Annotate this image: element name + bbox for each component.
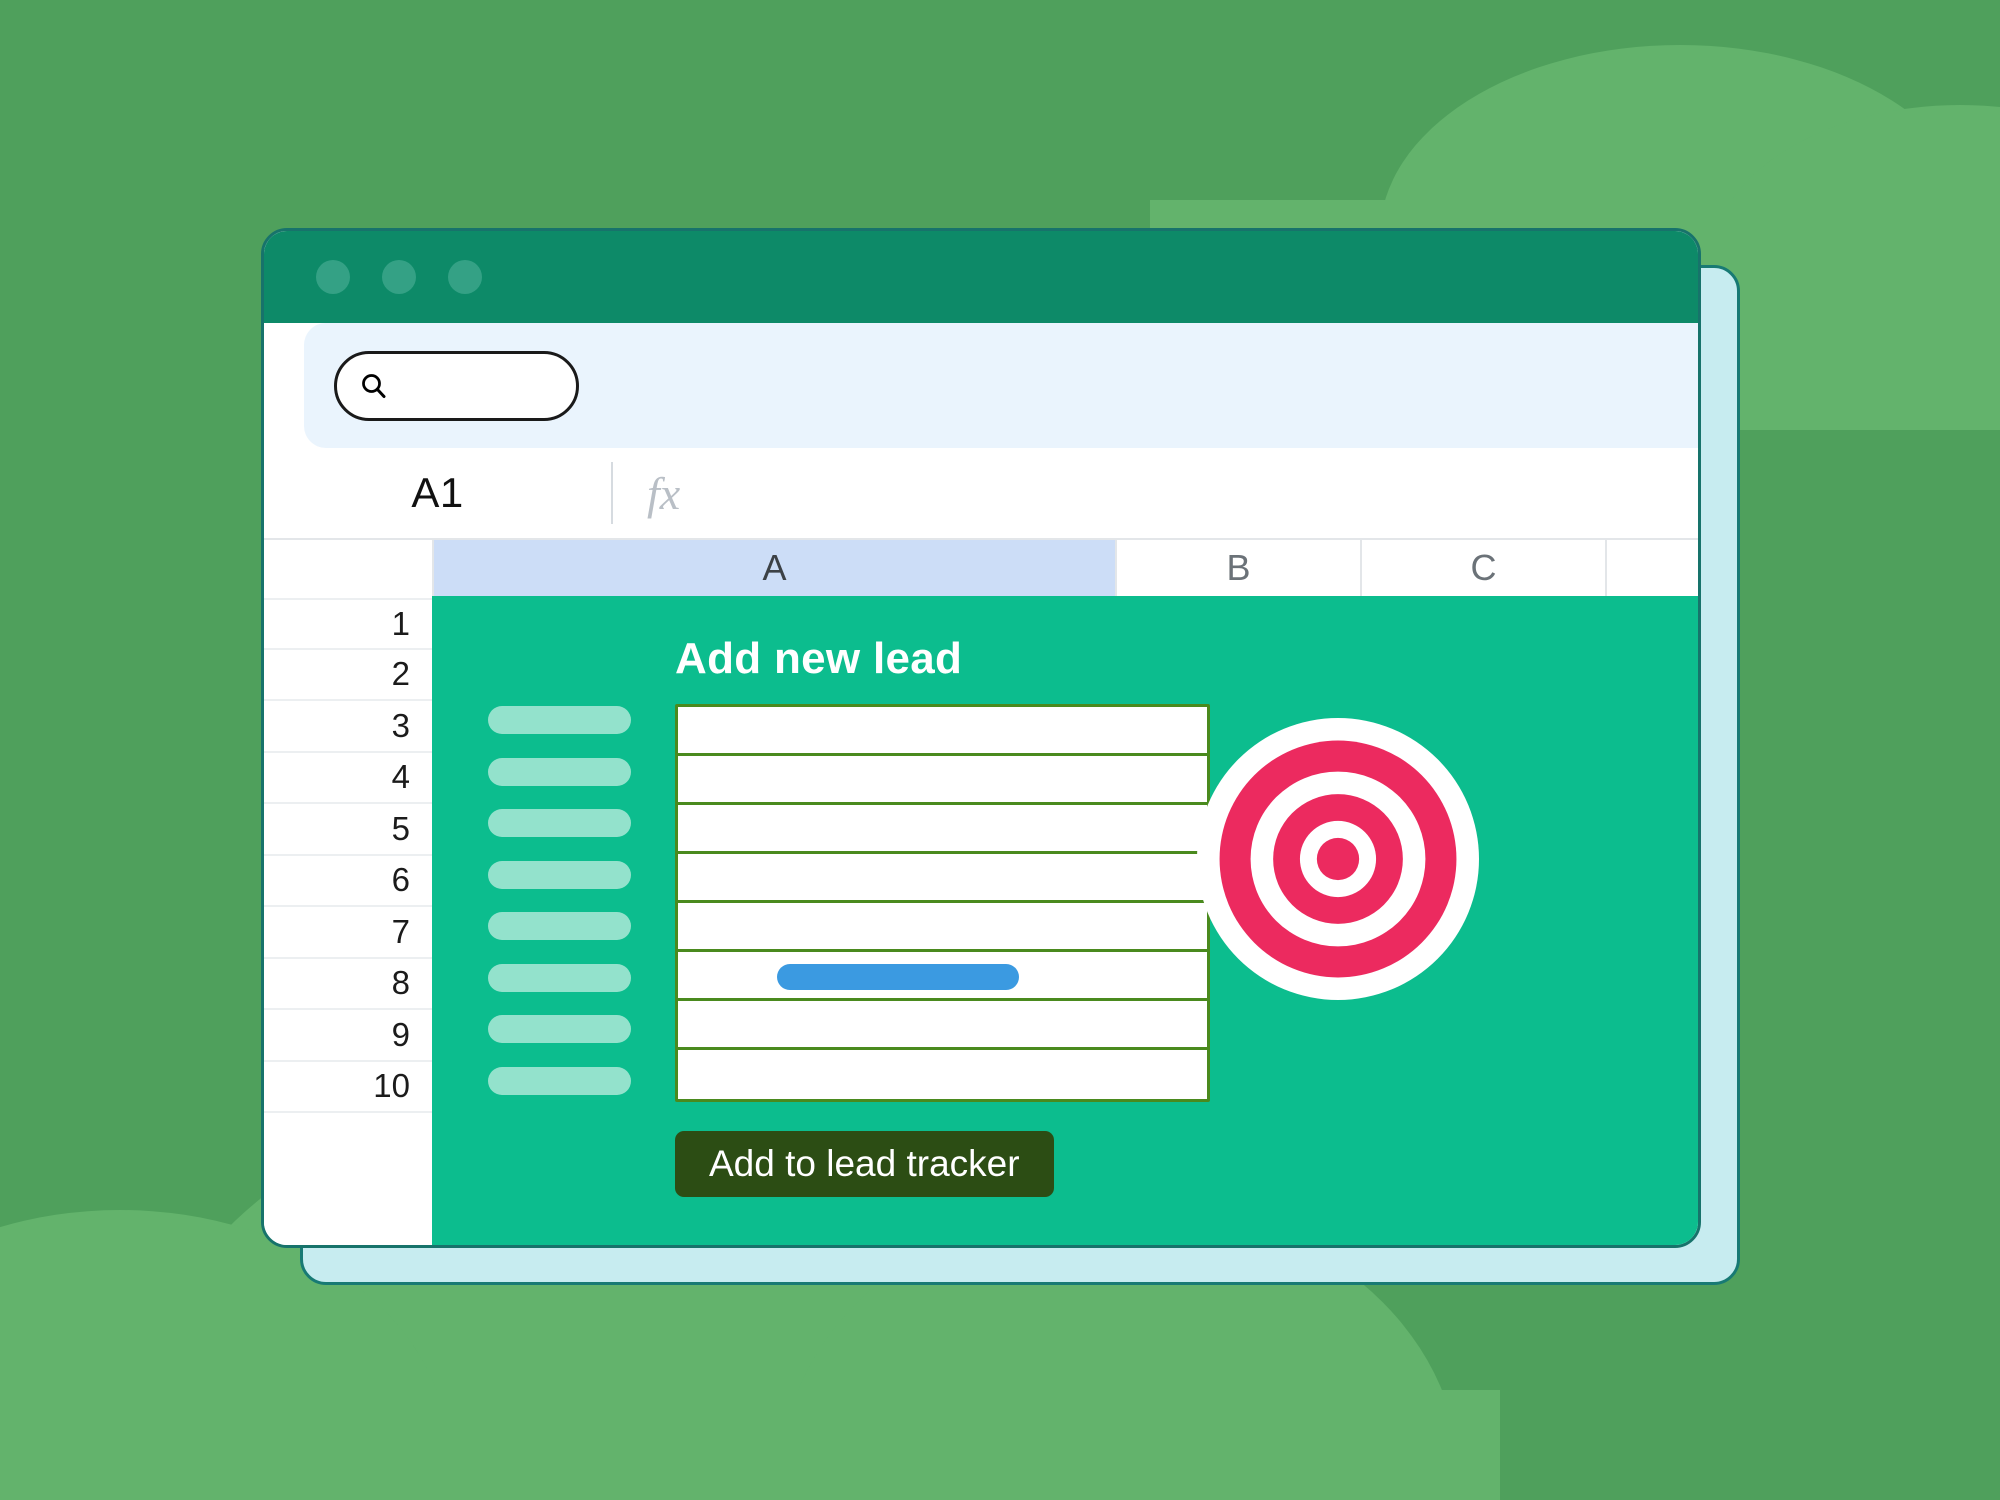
minimize-dot-icon[interactable]: [382, 260, 416, 294]
form-field-7[interactable]: [678, 1001, 1207, 1050]
form-field-5[interactable]: [678, 903, 1207, 952]
add-lead-panel: Add new lead Add to lead tracker: [432, 596, 1698, 1245]
name-box[interactable]: A1: [264, 469, 611, 517]
add-to-lead-tracker-button[interactable]: Add to lead tracker: [675, 1131, 1054, 1197]
row-header-1[interactable]: 1: [264, 598, 432, 650]
close-dot-icon[interactable]: [316, 260, 350, 294]
column-header-c[interactable]: C: [1360, 538, 1605, 596]
form-field-4[interactable]: [678, 854, 1207, 903]
form-field-6[interactable]: [678, 952, 1207, 1001]
search-icon: [362, 374, 386, 398]
field-label-2: [488, 757, 631, 786]
search-toolbar: [264, 323, 1698, 448]
form-field-6-value: [777, 964, 1019, 990]
form-field-1[interactable]: [678, 707, 1207, 756]
app-window: A1 fx A B C 1 2 3 4 5 6 7 8 9 10 Add new…: [261, 228, 1701, 1248]
field-label-1: [488, 706, 631, 734]
window-titlebar: [264, 231, 1698, 323]
form-field-3[interactable]: [678, 805, 1207, 854]
row-header-2[interactable]: 2: [264, 650, 432, 701]
row-header-6[interactable]: 6: [264, 856, 432, 907]
row-header-4[interactable]: 4: [264, 753, 432, 804]
row-header-7[interactable]: 7: [264, 907, 432, 959]
field-label-5: [488, 912, 631, 940]
search-input[interactable]: [334, 351, 579, 421]
maximize-dot-icon[interactable]: [448, 260, 482, 294]
row-header-9[interactable]: 9: [264, 1010, 432, 1062]
row-header-gutter: 1 2 3 4 5 6 7 8 9 10: [264, 596, 432, 1245]
row-header-3[interactable]: 3: [264, 701, 432, 753]
field-label-3: [488, 809, 631, 837]
form-field-2[interactable]: [678, 756, 1207, 805]
field-label-7: [488, 1015, 631, 1043]
formula-bar-divider: [611, 462, 613, 524]
column-header-a[interactable]: A: [432, 538, 1115, 596]
field-label-6: [488, 963, 631, 992]
field-label-list: [488, 706, 631, 1095]
field-label-8: [488, 1066, 631, 1095]
fx-icon: fx: [647, 467, 681, 519]
select-all-corner[interactable]: [264, 538, 432, 596]
formula-bar: A1 fx: [264, 448, 1698, 538]
screenshot-root: A1 fx A B C 1 2 3 4 5 6 7 8 9 10 Add new…: [0, 0, 2000, 1500]
column-header-row: A B C: [264, 538, 1698, 596]
row-header-10[interactable]: 10: [264, 1062, 432, 1113]
panel-title: Add new lead: [675, 634, 963, 683]
column-header-overflow: [1605, 538, 1698, 596]
row-header-5[interactable]: 5: [264, 804, 432, 856]
row-header-8[interactable]: 8: [264, 959, 432, 1010]
sheet-area: 1 2 3 4 5 6 7 8 9 10 Add new lead Add to…: [264, 596, 1698, 1245]
column-header-b[interactable]: B: [1115, 538, 1360, 596]
bullseye-target-icon: [1197, 718, 1479, 1000]
field-label-4: [488, 860, 631, 889]
form-field-8[interactable]: [678, 1050, 1207, 1099]
lead-form: [675, 704, 1210, 1102]
